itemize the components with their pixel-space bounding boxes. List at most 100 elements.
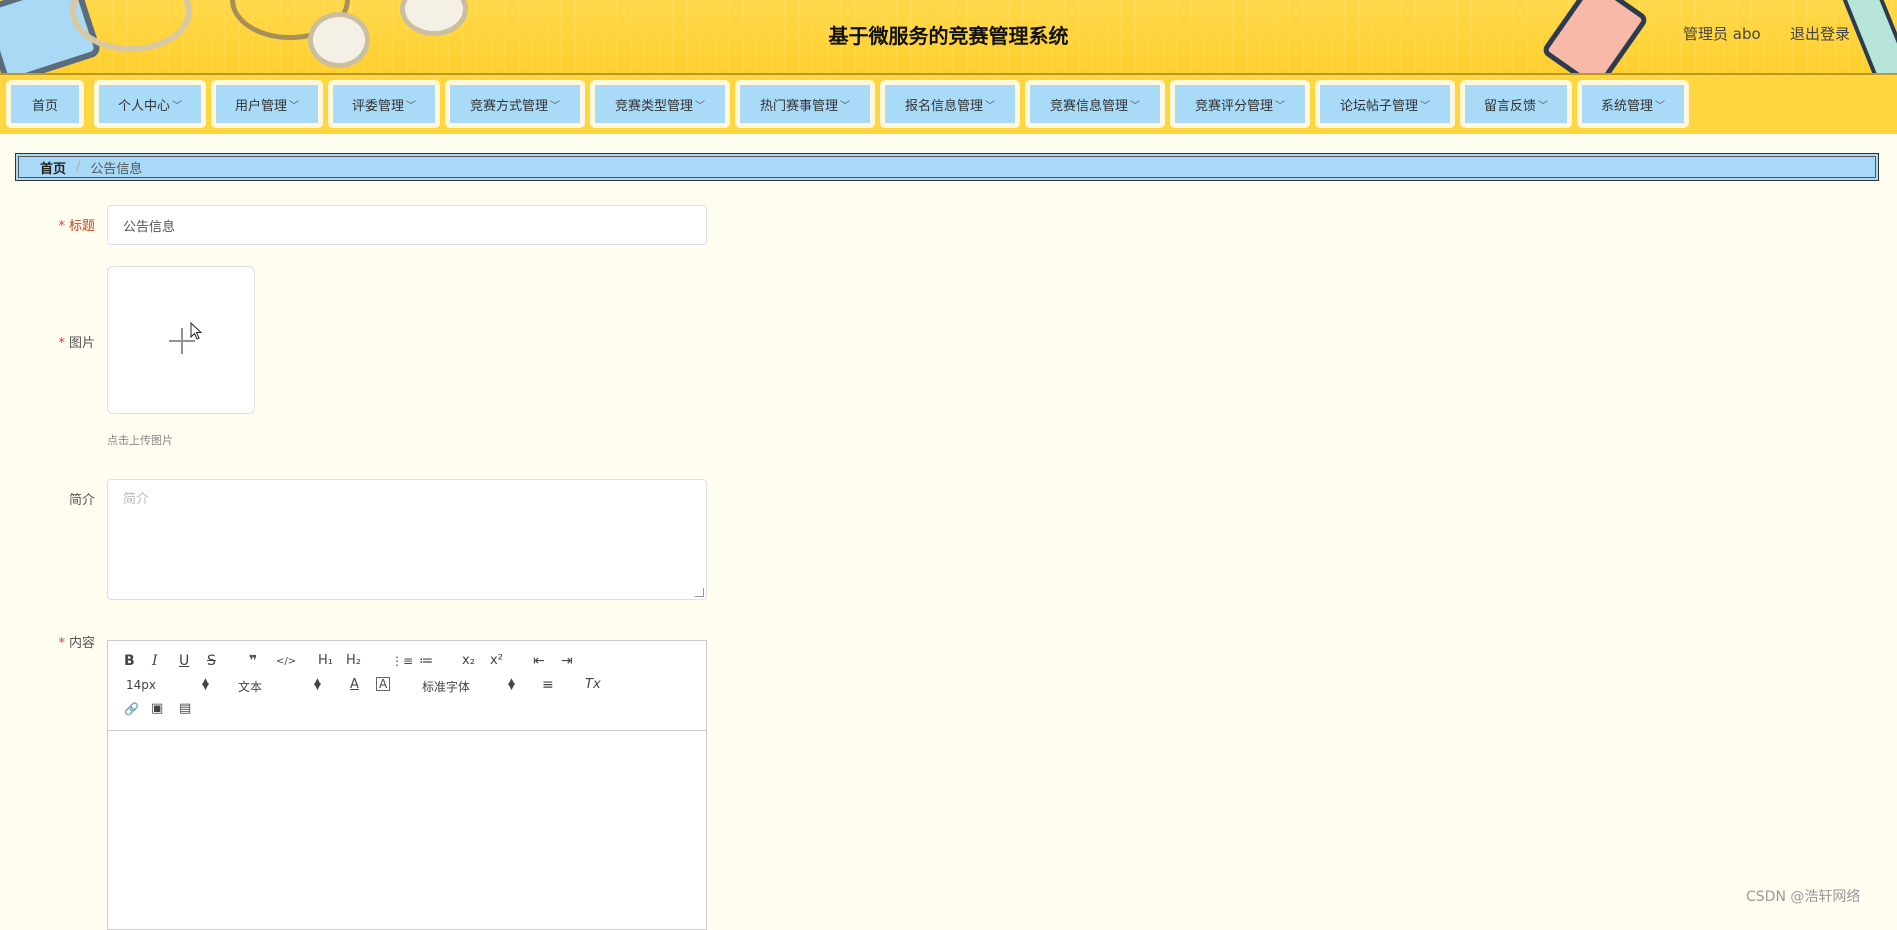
nav-item-label: 论坛帖子管理 bbox=[1339, 98, 1418, 114]
intro-label: 简介 bbox=[15, 489, 95, 508]
title-label-text: 标题 bbox=[68, 219, 95, 234]
italic-button[interactable]: I bbox=[152, 653, 158, 669]
editor-content-area[interactable] bbox=[108, 731, 706, 929]
nav-item-label: 竞赛信息管理 bbox=[1049, 98, 1128, 114]
breadcrumb-current: 公告信息 bbox=[90, 161, 143, 177]
nav-item-label: 竞赛方式管理 bbox=[469, 98, 548, 114]
align-button[interactable]: ≡ bbox=[542, 677, 554, 693]
chevron-down-icon: ﹀ bbox=[1130, 100, 1140, 112]
image-upload-button[interactable] bbox=[107, 266, 255, 414]
chevron-down-icon: ﹀ bbox=[1538, 100, 1548, 112]
nav-item-registration[interactable]: 报名信息管理 ﹀ bbox=[880, 80, 1020, 128]
chevron-down-icon: ﹀ bbox=[985, 100, 995, 112]
select-arrows-icon: ▲ ▼ bbox=[314, 677, 321, 692]
font-family-value: 标准字体 bbox=[422, 680, 471, 694]
underline-button[interactable]: U bbox=[179, 653, 189, 669]
mouse-cursor-icon bbox=[190, 322, 203, 340]
image-label: * 图片 bbox=[15, 332, 95, 351]
bold-button[interactable]: B bbox=[124, 653, 135, 669]
editor-toolbar: B I U S ❞ </> H₁ H₂ ⋮≡ ≔ x₂ x² ⇤ ⇥ 14px … bbox=[108, 641, 706, 731]
resize-handle-icon[interactable] bbox=[695, 588, 704, 597]
nav-item-profile[interactable]: 个人中心 ﹀ bbox=[94, 80, 206, 128]
indent-button[interactable]: ⇥ bbox=[561, 653, 573, 669]
chevron-down-icon: ﹀ bbox=[289, 100, 299, 112]
image-button[interactable]: ▣ bbox=[151, 701, 163, 717]
nav-item-label: 报名信息管理 bbox=[904, 98, 983, 114]
plus-icon-vertical bbox=[181, 328, 183, 354]
image-label-text: 图片 bbox=[68, 336, 95, 351]
chevron-down-icon: ﹀ bbox=[695, 100, 705, 112]
nav-item-label: 留言反馈 bbox=[1483, 98, 1536, 114]
chevron-down-icon: ﹀ bbox=[550, 100, 560, 112]
required-mark: * bbox=[58, 219, 65, 234]
chevron-down-icon: ﹀ bbox=[1655, 100, 1665, 112]
current-user: 管理员 abo bbox=[1683, 25, 1761, 43]
nav-item-forum[interactable]: 论坛帖子管理 ﹀ bbox=[1315, 80, 1455, 128]
bullet-list-button[interactable]: ≔ bbox=[419, 653, 433, 669]
title-input[interactable]: 公告信息 bbox=[107, 205, 707, 245]
required-mark: * bbox=[58, 636, 65, 651]
chevron-down-icon: ﹀ bbox=[1275, 100, 1285, 112]
nav-item-competition-type[interactable]: 竞赛类型管理 ﹀ bbox=[590, 80, 730, 128]
chevron-down-icon: ﹀ bbox=[406, 100, 416, 112]
strike-button[interactable]: S bbox=[207, 653, 216, 669]
intro-textarea[interactable]: 简介 bbox=[107, 479, 707, 600]
font-color-button[interactable]: A bbox=[350, 677, 359, 693]
breadcrumb-home[interactable]: 首页 bbox=[40, 158, 66, 177]
ordered-list-button[interactable]: ⋮≡ bbox=[391, 653, 413, 669]
required-mark: * bbox=[58, 336, 65, 351]
title-label: * 标题 bbox=[15, 215, 95, 234]
h2-button[interactable]: H₂ bbox=[346, 653, 361, 669]
app-header: 基于微服务的竞赛管理系统 管理员 abo 退出登录 bbox=[0, 0, 1897, 73]
rich-text-editor: B I U S ❞ </> H₁ H₂ ⋮≡ ≔ x₂ x² ⇤ ⇥ 14px … bbox=[107, 640, 707, 930]
title-input-value: 公告信息 bbox=[123, 219, 176, 235]
watermark: CSDN @浩轩网络 bbox=[1746, 889, 1861, 905]
select-arrows-icon: ▲ ▼ bbox=[202, 677, 209, 692]
superscript-button[interactable]: x² bbox=[490, 653, 503, 669]
h1-button[interactable]: H₁ bbox=[318, 653, 333, 669]
nav-item-hot-events[interactable]: 热门赛事管理 ﹀ bbox=[735, 80, 875, 128]
nav-item-label: 首页 bbox=[31, 98, 58, 114]
outdent-button[interactable]: ⇤ bbox=[533, 653, 545, 669]
content-label: * 内容 bbox=[15, 632, 95, 651]
nav-item-label: 热门赛事管理 bbox=[759, 98, 838, 114]
nav-item-feedback[interactable]: 留言反馈 ﹀ bbox=[1460, 80, 1572, 128]
main-nav: 首页 个人中心 ﹀ 用户管理 ﹀ 评委管理 ﹀ 竞赛方式管理 ﹀ 竞赛类型管理 ﹀ 热门赛… bbox=[0, 73, 1897, 134]
nav-item-home[interactable]: 首页 bbox=[6, 80, 84, 128]
background-color-button[interactable]: A bbox=[376, 677, 391, 691]
upload-hint: 点击上传图片 bbox=[107, 434, 173, 447]
intro-placeholder: 简介 bbox=[123, 492, 150, 507]
code-button[interactable]: </> bbox=[276, 654, 296, 670]
chevron-down-icon: ﹀ bbox=[1420, 100, 1430, 112]
nav-item-label: 用户管理 bbox=[234, 98, 287, 114]
select-arrows-icon: ▲ ▼ bbox=[508, 677, 515, 692]
font-family-select[interactable]: 标准字体 ▲ ▼ bbox=[422, 678, 515, 695]
chevron-down-icon: ﹀ bbox=[172, 100, 182, 112]
font-size-value: 14px bbox=[126, 678, 156, 692]
app-title: 基于微服务的竞赛管理系统 bbox=[828, 24, 1069, 48]
nav-item-competition-info[interactable]: 竞赛信息管理 ﹀ bbox=[1025, 80, 1165, 128]
video-button[interactable]: ▤ bbox=[179, 701, 191, 717]
block-format-select[interactable]: 文本 ▲ ▼ bbox=[238, 678, 321, 695]
clean-format-button[interactable]: Tx bbox=[585, 677, 601, 693]
block-format-value: 文本 bbox=[238, 680, 263, 694]
font-size-select[interactable]: 14px ▲ ▼ bbox=[126, 678, 209, 693]
intro-label-text: 简介 bbox=[68, 493, 95, 508]
logout-button[interactable]: 退出登录 bbox=[1790, 23, 1850, 44]
nav-item-label: 竞赛类型管理 bbox=[614, 98, 693, 114]
chevron-down-icon: ﹀ bbox=[840, 100, 850, 112]
nav-item-judges[interactable]: 评委管理 ﹀ bbox=[328, 80, 440, 128]
nav-item-label: 评委管理 bbox=[351, 98, 404, 114]
nav-item-system[interactable]: 系统管理 ﹀ bbox=[1577, 80, 1689, 128]
blockquote-button[interactable]: ❞ bbox=[249, 653, 257, 669]
nav-item-competition-method[interactable]: 竞赛方式管理 ﹀ bbox=[445, 80, 585, 128]
subscript-button[interactable]: x₂ bbox=[462, 653, 475, 669]
content-label-text: 内容 bbox=[68, 636, 95, 651]
breadcrumb-separator: / bbox=[76, 159, 81, 175]
nav-item-label: 个人中心 bbox=[117, 98, 170, 114]
nav-item-label: 系统管理 bbox=[1600, 98, 1653, 114]
breadcrumb: 首页 / 公告信息 bbox=[15, 153, 1879, 181]
nav-item-scoring[interactable]: 竞赛评分管理 ﹀ bbox=[1170, 80, 1310, 128]
nav-item-users[interactable]: 用户管理 ﹀ bbox=[211, 80, 323, 128]
link-button[interactable]: 🔗 bbox=[124, 701, 139, 717]
